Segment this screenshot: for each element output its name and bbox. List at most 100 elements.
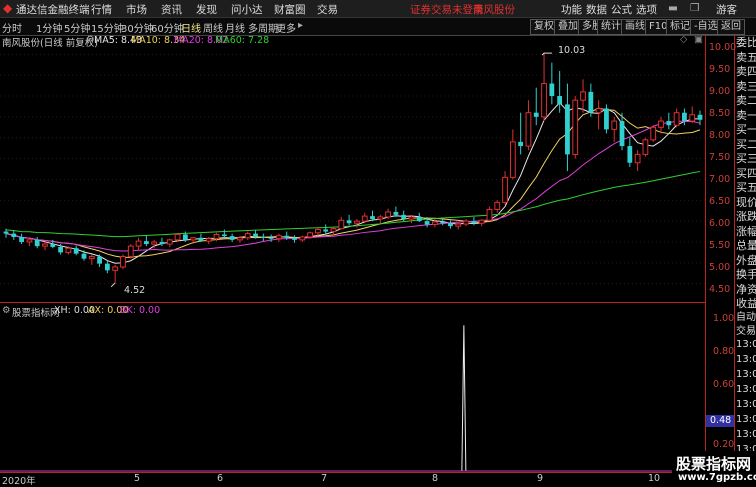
candle-body	[221, 234, 227, 237]
candle-body	[3, 231, 9, 234]
candle-body	[463, 220, 469, 225]
candle-body	[525, 112, 532, 147]
candle	[604, 104, 609, 134]
side-label: 买一	[736, 123, 756, 136]
candle-body	[205, 238, 212, 242]
side-label: 现价	[736, 195, 756, 209]
x-tick: 9	[537, 473, 544, 484]
candle-body	[34, 239, 40, 247]
candle-body	[299, 236, 306, 241]
candle-body	[166, 239, 173, 245]
side-label: 买五	[736, 181, 756, 194]
candle	[580, 79, 586, 113]
candle	[19, 233, 24, 245]
candle	[658, 116, 664, 134]
price-tick: 5.50	[709, 240, 731, 251]
candle	[549, 62, 555, 105]
price-tick: 7.00	[709, 174, 731, 185]
candle-body	[50, 244, 56, 247]
watermark: 股票指标网 www.7gpzb.com	[672, 451, 756, 487]
candle-body	[634, 153, 641, 164]
price-tick: 9.00	[709, 86, 731, 97]
indicator-tick: 0.20	[713, 439, 735, 450]
price-tick: 6.50	[709, 196, 731, 207]
candle-body	[549, 83, 555, 97]
candle	[276, 233, 282, 242]
candle	[509, 129, 516, 180]
candle	[11, 230, 17, 240]
candle-body	[697, 114, 703, 120]
side-time: 13:0	[736, 399, 756, 410]
side-label: 净资	[736, 282, 756, 296]
side-time: 13:0	[736, 354, 756, 365]
candle	[377, 214, 384, 224]
candle	[634, 150, 641, 172]
side-label: 换手	[736, 268, 756, 281]
candle-body	[104, 263, 110, 271]
candle-body	[307, 232, 314, 238]
x-tick: 8	[432, 473, 439, 484]
candle-body	[284, 235, 290, 238]
candle-body	[120, 256, 126, 268]
candle	[88, 254, 95, 265]
candle-body	[401, 214, 407, 220]
side-trade[interactable]: 交易	[736, 322, 756, 337]
candle	[572, 96, 579, 159]
candle-body	[11, 233, 17, 237]
candle-body	[494, 201, 501, 210]
candle	[565, 83, 570, 172]
candle-body	[689, 114, 696, 122]
price-tick: 7.50	[709, 152, 731, 163]
candle	[198, 233, 204, 242]
candle	[533, 87, 539, 126]
candle	[112, 264, 119, 283]
candle	[416, 212, 422, 222]
candle	[323, 224, 329, 234]
indicator-settings-icon[interactable]: ⚙	[2, 305, 11, 316]
candle	[627, 137, 633, 167]
candle-body	[533, 112, 539, 117]
candle	[34, 236, 40, 249]
side-time: 13:0	[736, 414, 756, 425]
x-tick: 5	[134, 473, 141, 484]
price-tick: 6.00	[709, 218, 731, 229]
candle-body	[370, 216, 375, 220]
candle	[221, 229, 227, 238]
candle	[541, 53, 547, 122]
candle-body	[565, 104, 570, 155]
price-tick: 9.50	[709, 64, 731, 75]
candle	[104, 260, 110, 274]
candle-body	[159, 241, 165, 245]
indicator-bk: BK: 0.00	[120, 305, 161, 316]
candle-body	[198, 237, 204, 242]
candle-body	[650, 126, 657, 141]
indicator-current-marker: 0.48	[706, 415, 734, 427]
side-time: 13:0	[736, 369, 756, 380]
candle-body	[416, 216, 422, 222]
candle-body	[292, 237, 297, 240]
candle-body	[604, 108, 609, 130]
candle	[260, 233, 266, 242]
candle-body	[666, 121, 672, 126]
candle	[135, 237, 142, 251]
candle-body	[408, 216, 415, 220]
indicator-name[interactable]: 股票指标网	[12, 305, 60, 319]
candle-body	[26, 239, 33, 243]
candle-body	[42, 243, 48, 247]
candle-body	[182, 234, 188, 240]
candle-body	[658, 120, 664, 128]
candle-body	[455, 223, 462, 227]
candle	[595, 100, 602, 130]
candle-body	[268, 237, 274, 239]
candle-body	[213, 233, 220, 240]
side-auto[interactable]: 自动	[736, 308, 756, 323]
x-tick: 7	[321, 473, 328, 484]
candle	[346, 214, 352, 226]
candle-body	[323, 229, 329, 232]
candle-body	[253, 233, 258, 237]
candle-body	[65, 247, 72, 253]
kline-chart[interactable]	[0, 0, 756, 487]
candle-body	[58, 246, 63, 253]
candle-body	[260, 236, 266, 238]
watermark-url: www.7gpzb.com	[678, 472, 756, 483]
